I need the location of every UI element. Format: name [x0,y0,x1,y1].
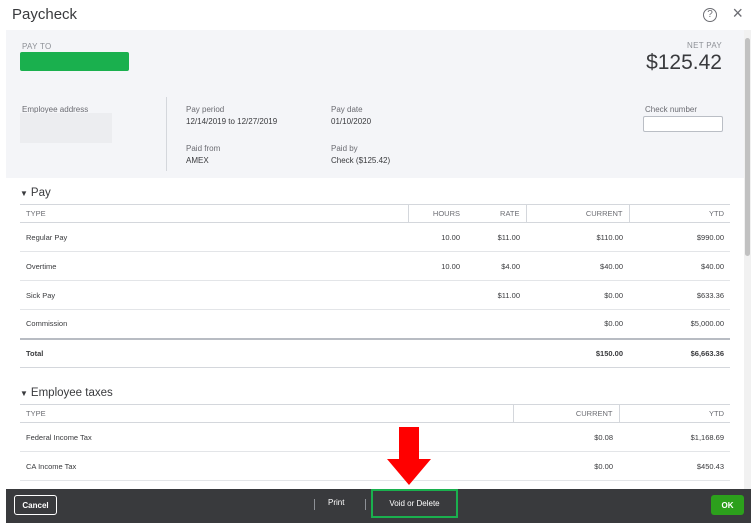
taxes-table-header: TYPE CURRENT YTD [20,404,730,423]
total-row: Total $150.00 $6,663.36 [20,337,730,368]
col-rate: RATE [466,204,526,223]
pay-current: $0.00 [526,309,629,339]
paid-by-label: Paid by [331,144,358,153]
pay-section-toggle[interactable]: ▼ Pay [20,187,51,199]
paid-by-value: Check ($125.42) [331,156,391,165]
table-row: Regular Pay 10.00 $11.00 $110.00 $990.00 [20,222,730,252]
dialog-header: Paycheck ? × [6,0,751,30]
col-ytd: YTD [628,204,730,223]
dialog-title: Paycheck [12,6,78,23]
footer-divider [314,499,315,510]
dialog-footer: Cancel Print Void or Delete OK [6,489,751,523]
scrollbar-thumb[interactable] [745,38,750,256]
pay-period-value: 12/14/2019 to 12/27/2019 [186,117,278,126]
pay-hours: 10.00 [408,222,466,252]
pay-section-heading: Pay [30,187,51,199]
pay-rate: $11.00 [466,222,526,252]
tax-type: CA Income Tax [20,451,513,481]
pay-to-redaction [20,52,129,71]
help-icon[interactable]: ? [703,8,717,22]
tax-current: $0.08 [513,422,619,452]
void-or-delete-button[interactable]: Void or Delete [371,489,458,518]
col-hours: HOURS [407,204,466,223]
check-number-label: Check number [645,105,698,114]
vertical-scrollbar[interactable] [744,30,751,489]
red-arrow-down-icon [387,427,431,485]
table-row: Federal Income Tax $0.08 $1,168.69 [20,422,730,452]
total-current: $150.00 [526,337,629,368]
pay-table-header: TYPE HOURS RATE CURRENT YTD [20,204,730,223]
table-row: Commission $0.00 $5,000.00 [20,309,730,339]
col-ytd: YTD [618,404,730,423]
pay-ytd: $40.00 [629,251,730,281]
table-row: Overtime 10.00 $4.00 $40.00 $40.00 [20,251,730,281]
pay-type: Overtime [20,251,408,281]
caret-down-icon: ▼ [20,189,28,198]
close-icon[interactable]: × [732,4,743,22]
pay-current: $110.00 [526,222,629,252]
paid-from-value: AMEX [186,156,209,165]
caret-down-icon: ▼ [20,389,28,398]
cancel-button[interactable]: Cancel [14,495,57,515]
pay-date-value: 01/10/2020 [331,117,372,126]
tax-type: Federal Income Tax [20,422,513,452]
col-type: TYPE [20,404,513,423]
pay-ytd: $633.36 [629,280,730,310]
col-current: CURRENT [525,204,629,223]
print-button[interactable]: Print [328,498,344,507]
pay-date-label: Pay date [331,105,363,114]
pay-to-label: PAY TO [22,42,52,51]
employee-taxes-table: TYPE CURRENT YTD Federal Income Tax $0.0… [20,404,730,481]
pay-hours: 10.00 [408,251,466,281]
pay-ytd: $5,000.00 [629,309,730,339]
tax-ytd: $450.43 [619,451,730,481]
pay-table: TYPE HOURS RATE CURRENT YTD Regular Pay … [20,204,730,368]
paycheck-dialog: Paycheck ? × PAY TO NET PAY $125.42 Empl… [6,0,751,523]
table-row: Sick Pay $11.00 $0.00 $633.36 [20,280,730,310]
employee-taxes-heading: Employee taxes [30,387,113,399]
employee-address-value [20,113,112,143]
pay-hours [408,280,466,310]
table-row: CA Income Tax $0.00 $450.43 [20,451,730,481]
total-hours [408,337,466,368]
pay-period-label: Pay period [186,105,225,114]
pay-rate: $11.00 [466,280,526,310]
total-rate [466,337,526,368]
pay-ytd: $990.00 [629,222,730,252]
tax-ytd: $1,168.69 [619,422,730,452]
pay-hours [408,309,466,339]
total-ytd: $6,663.36 [629,337,730,368]
paid-from-label: Paid from [186,144,221,153]
col-type: TYPE [20,204,408,223]
net-pay-label: NET PAY [687,41,722,50]
pay-current: $0.00 [526,280,629,310]
check-number-input[interactable] [643,116,723,132]
pay-type: Regular Pay [20,222,408,252]
net-pay-value: $125.42 [646,51,722,74]
pay-type: Sick Pay [20,280,408,310]
pay-type: Commission [20,309,408,339]
pay-rate: $4.00 [466,251,526,281]
pay-rate [466,309,526,339]
tax-current: $0.00 [513,451,619,481]
footer-divider [365,499,366,510]
summary-divider [166,97,167,171]
total-label: Total [20,337,408,368]
ok-button[interactable]: OK [711,495,744,515]
pay-current: $40.00 [526,251,629,281]
employee-taxes-toggle[interactable]: ▼ Employee taxes [20,387,113,399]
col-current: CURRENT [512,404,619,423]
paycheck-summary: PAY TO NET PAY $125.42 Employee address … [6,30,744,178]
